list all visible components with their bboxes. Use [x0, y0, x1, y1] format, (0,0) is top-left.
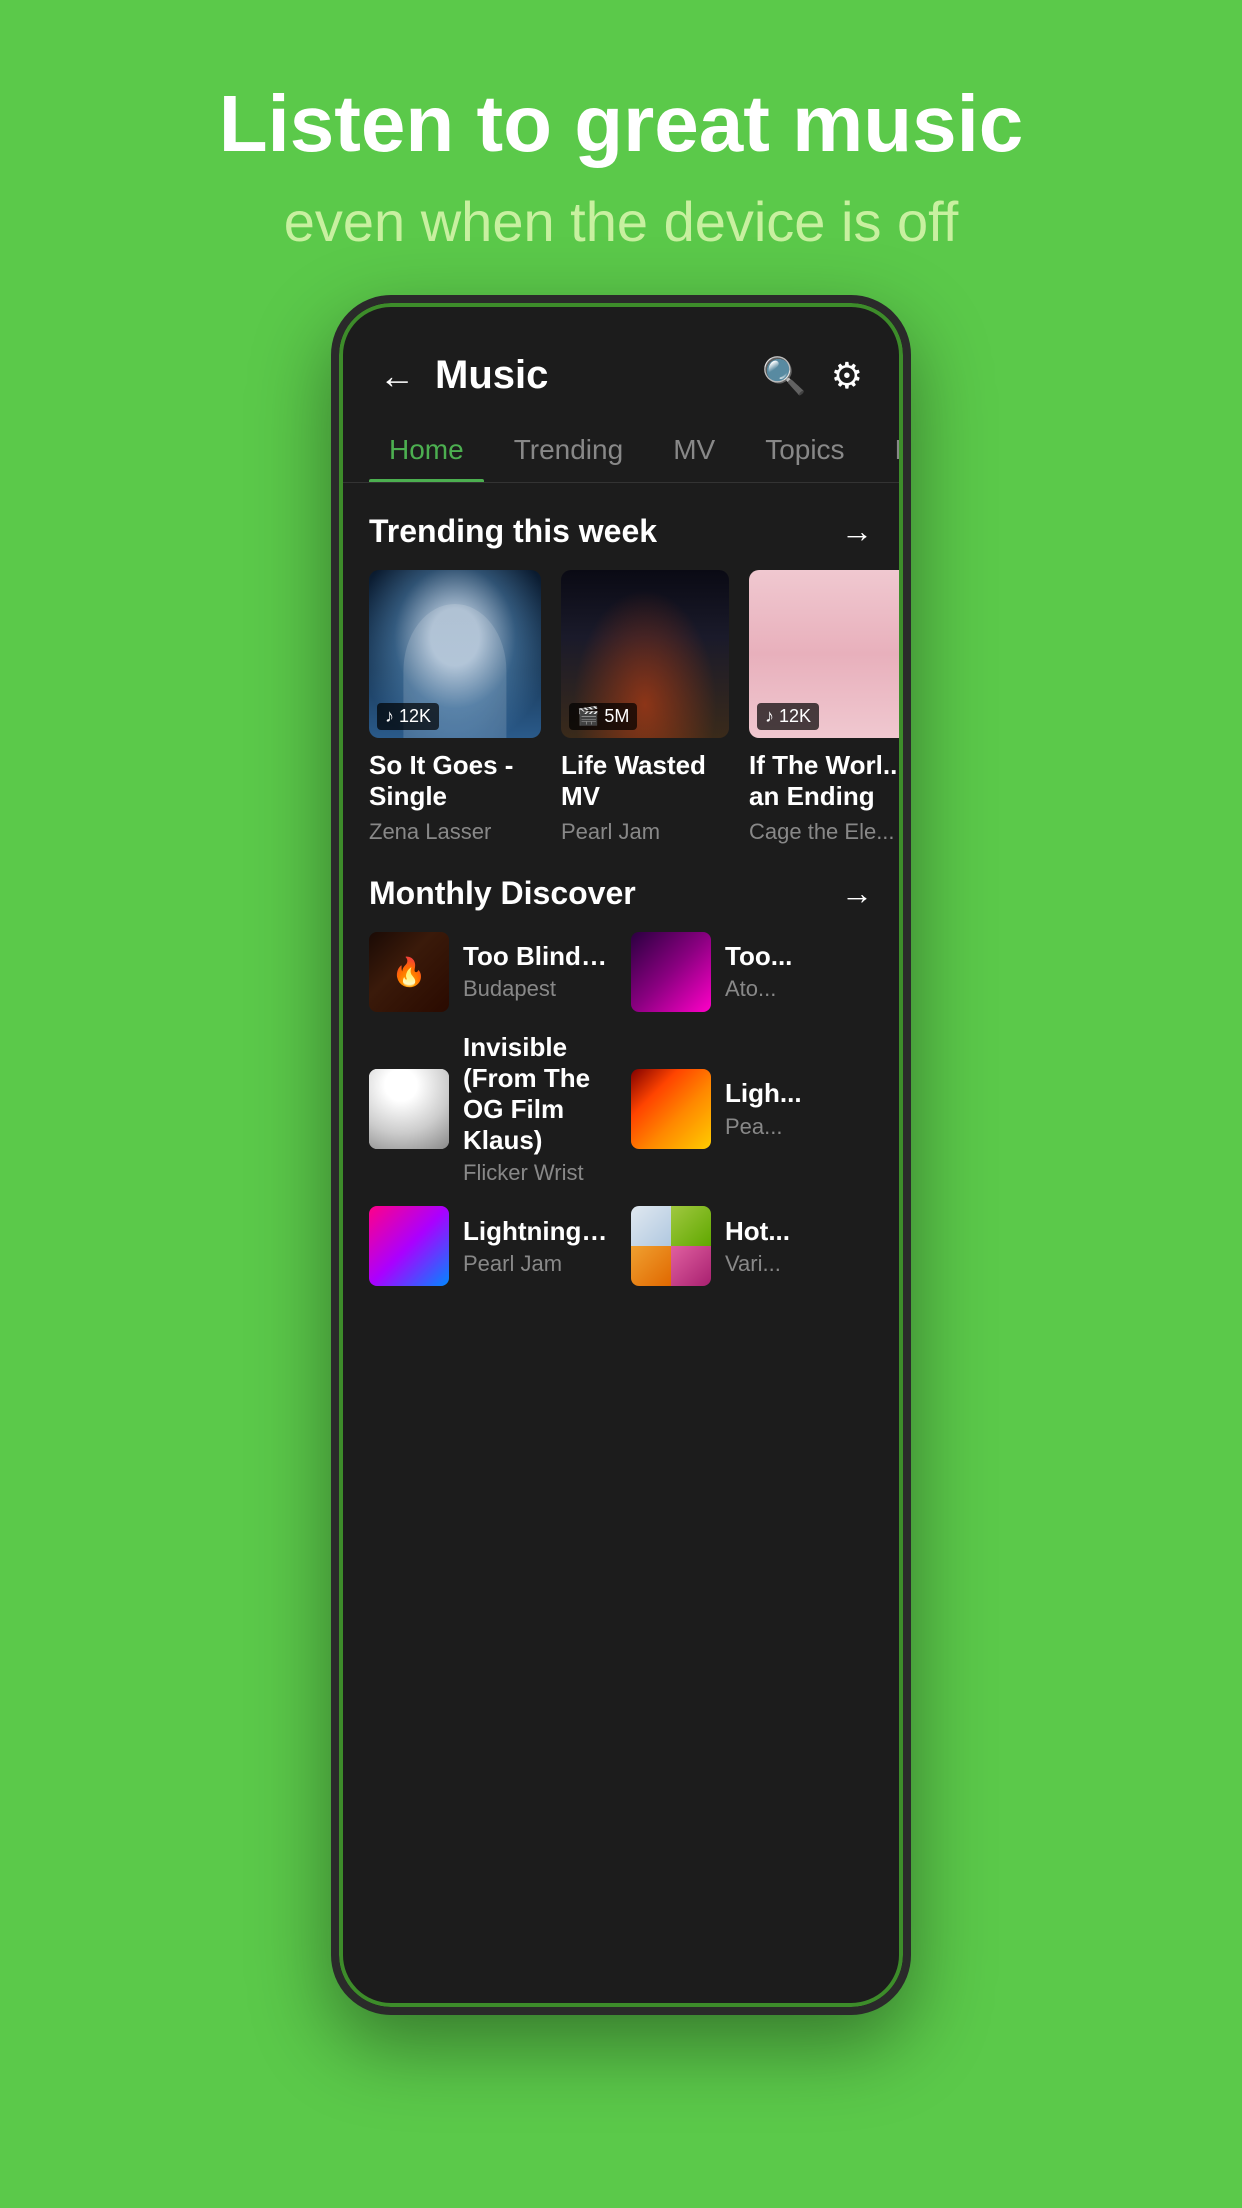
hot-grid-cell-3: [631, 1246, 671, 1286]
phone-mockup: ← Music 🔍 ⚙ Home Trending MV Topics Libr…: [331, 295, 911, 2015]
discover-list: Too Blind to Hear Budapest Too... Ato...: [339, 932, 903, 1287]
discover-item-1[interactable]: Too Blind to Hear Budapest: [369, 932, 611, 1012]
discover-thumb-1: [369, 932, 449, 1012]
discover-artist-5: Pearl Jam: [463, 1251, 611, 1277]
discover-title-1: Too Blind to Hear: [463, 941, 611, 972]
tab-mv[interactable]: MV: [653, 418, 735, 482]
card-badge-2: 🎬 5M: [569, 703, 637, 730]
trending-card-3[interactable]: ♪ 12K If The Worl... an Ending Cage the …: [749, 570, 903, 844]
card-artist-1: Zena Lasser: [369, 819, 541, 845]
tab-library[interactable]: Library: [875, 418, 903, 482]
discover-info-1: Too Blind to Hear Budapest: [463, 941, 611, 1002]
trending-section-header: Trending this week →: [339, 483, 903, 570]
discover-info-4: Ligh... Pea...: [725, 1078, 873, 1139]
discover-info-5: Lightning Bolt 🎬 Pearl Jam: [463, 1216, 611, 1277]
search-icon[interactable]: 🔍: [762, 355, 807, 397]
discover-title-4: Ligh...: [725, 1078, 873, 1109]
discover-title-2: Too...: [725, 941, 873, 972]
discover-item-4[interactable]: Ligh... Pea...: [631, 1032, 873, 1187]
app-header: ← Music 🔍 ⚙: [339, 303, 903, 418]
trending-card-1[interactable]: ♪ 12K So It Goes - Single Zena Lasser: [369, 570, 541, 844]
discover-thumb-6: [631, 1206, 711, 1286]
monthly-section-header: Monthly Discover →: [339, 845, 903, 932]
discover-thumb-4: [631, 1069, 711, 1149]
hot-grid-cell-2: [671, 1206, 711, 1246]
discover-info-3: Invisible (From The OG Film Klaus) Flick…: [463, 1032, 611, 1187]
card-thumb-2: 🎬 5M: [561, 570, 729, 738]
header-actions: 🔍 ⚙: [762, 355, 863, 397]
discover-item-2[interactable]: Too... Ato...: [631, 932, 873, 1012]
discover-title-3: Invisible (From The OG Film Klaus): [463, 1032, 611, 1157]
discover-thumb-3: [369, 1069, 449, 1149]
discover-item-5[interactable]: Lightning Bolt 🎬 Pearl Jam: [369, 1206, 611, 1286]
card-thumb-3: ♪ 12K: [749, 570, 903, 738]
discover-info-6: Hot... Vari...: [725, 1216, 873, 1277]
card-title-1: So It Goes - Single: [369, 750, 541, 812]
tab-home[interactable]: Home: [369, 418, 484, 482]
monthly-arrow[interactable]: →: [841, 875, 873, 912]
discover-artist-2: Ato...: [725, 976, 873, 1002]
discover-artist-3: Flicker Wrist: [463, 1160, 611, 1186]
promo-subtitle: even when the device is off: [60, 188, 1182, 255]
settings-icon[interactable]: ⚙: [831, 355, 863, 397]
card-artist-3: Cage the Ele...: [749, 819, 903, 845]
promo-title: Listen to great music: [60, 80, 1182, 168]
card-title-2: Life Wasted MV: [561, 750, 729, 812]
tab-trending[interactable]: Trending: [494, 418, 643, 482]
card-artist-2: Pearl Jam: [561, 819, 729, 845]
card-badge-1: ♪ 12K: [377, 703, 439, 730]
trending-cards-row: ♪ 12K So It Goes - Single Zena Lasser 🎬 …: [339, 570, 903, 844]
discover-item-3[interactable]: Invisible (From The OG Film Klaus) Flick…: [369, 1032, 611, 1187]
discover-row-2: Invisible (From The OG Film Klaus) Flick…: [369, 1032, 873, 1187]
phone-screen: ← Music 🔍 ⚙ Home Trending MV Topics Libr…: [339, 303, 903, 2007]
discover-thumb-5: [369, 1206, 449, 1286]
tab-topics[interactable]: Topics: [745, 418, 864, 482]
discover-title-6: Hot...: [725, 1216, 873, 1247]
main-content: Trending this week → ♪ 12K So It Goes - …: [339, 483, 903, 2007]
discover-artist-1: Budapest: [463, 976, 611, 1002]
discover-thumb-2: [631, 932, 711, 1012]
hot-grid-cell-1: [631, 1206, 671, 1246]
card-title-3: If The Worl... an Ending: [749, 750, 903, 812]
monthly-title: Monthly Discover: [369, 875, 636, 912]
discover-row-3: Lightning Bolt 🎬 Pearl Jam: [369, 1206, 873, 1286]
trending-arrow[interactable]: →: [841, 513, 873, 550]
app-title: Music: [435, 353, 762, 398]
trending-card-2[interactable]: 🎬 5M Life Wasted MV Pearl Jam: [561, 570, 729, 844]
discover-artist-6: Vari...: [725, 1251, 873, 1277]
nav-tabs: Home Trending MV Topics Library: [339, 418, 903, 483]
discover-artist-4: Pea...: [725, 1114, 873, 1140]
hot-grid: [631, 1206, 711, 1286]
promo-section: Listen to great music even when the devi…: [0, 0, 1242, 295]
discover-row-1: Too Blind to Hear Budapest Too... Ato...: [369, 932, 873, 1012]
card-thumb-1: ♪ 12K: [369, 570, 541, 738]
trending-title: Trending this week: [369, 513, 657, 550]
discover-title-5: Lightning Bolt 🎬: [463, 1216, 611, 1247]
discover-info-2: Too... Ato...: [725, 941, 873, 1002]
discover-item-6[interactable]: Hot... Vari...: [631, 1206, 873, 1286]
back-button[interactable]: ←: [379, 355, 415, 397]
card-badge-3: ♪ 12K: [757, 703, 819, 730]
hot-grid-cell-4: [671, 1246, 711, 1286]
